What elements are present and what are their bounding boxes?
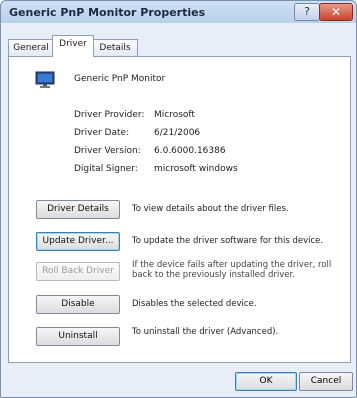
window-title: Generic PnP Monitor Properties <box>9 6 206 19</box>
device-name: Generic PnP Monitor <box>74 74 166 84</box>
disable-button[interactable]: Disable <box>36 295 120 314</box>
roll-back-driver-description: If the device fails after updating the d… <box>132 260 332 280</box>
driver-date-value: 6/21/2006 <box>154 128 201 138</box>
driver-provider-label: Driver Provider: <box>74 110 145 120</box>
driver-panel: Generic PnP Monitor Driver Provider: Mic… <box>8 56 351 363</box>
properties-dialog: Generic PnP Monitor Properties ? ✕ Gener… <box>0 0 357 398</box>
cancel-button[interactable]: Cancel <box>299 372 353 391</box>
driver-version-label: Driver Version: <box>74 146 141 156</box>
tab-general[interactable]: General <box>8 39 54 56</box>
update-driver-button[interactable]: Update Driver... <box>36 232 120 251</box>
title-bar[interactable]: Generic PnP Monitor Properties ? ✕ <box>1 1 356 25</box>
driver-provider-value: Microsoft <box>154 110 195 120</box>
driver-details-description: To view details about the driver files. <box>132 204 289 214</box>
driver-date-label: Driver Date: <box>74 128 130 138</box>
digital-signer-value: microsoft windows <box>154 164 238 174</box>
monitor-icon <box>35 71 55 88</box>
driver-details-button[interactable]: Driver Details <box>36 200 120 219</box>
ok-button[interactable]: OK <box>235 372 297 391</box>
digital-signer-label: Digital Signer: <box>74 164 138 174</box>
uninstall-description: To uninstall the driver (Advanced). <box>132 327 279 337</box>
tab-details[interactable]: Details <box>92 39 138 56</box>
update-driver-description: To update the driver software for this d… <box>132 236 324 246</box>
disable-description: Disables the selected device. <box>132 299 257 309</box>
help-button[interactable]: ? <box>294 3 320 21</box>
close-button[interactable]: ✕ <box>319 3 353 21</box>
driver-version-value: 6.0.6000.16386 <box>154 146 226 156</box>
uninstall-button[interactable]: Uninstall <box>36 327 120 346</box>
tab-driver[interactable]: Driver <box>52 35 94 57</box>
roll-back-driver-button[interactable]: Roll Back Driver <box>36 262 120 281</box>
